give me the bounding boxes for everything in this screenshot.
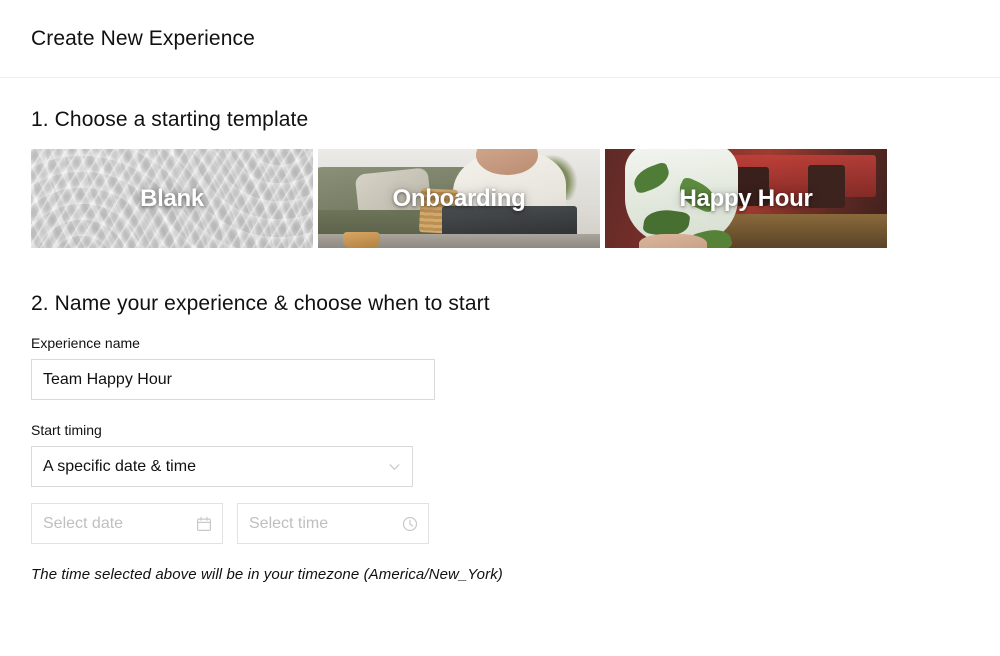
template-card-onboarding[interactable]: Onboarding (318, 149, 600, 248)
template-card-happy-hour[interactable]: Happy Hour (605, 149, 887, 248)
start-timing-value[interactable]: A specific date & time (31, 446, 413, 487)
select-date-input[interactable]: Select date (31, 503, 223, 544)
experience-name-label: Experience name (31, 335, 140, 351)
step-2-heading: 2. Name your experience & choose when to… (31, 292, 490, 315)
datetime-row: Select date Select time (31, 503, 969, 544)
calendar-icon[interactable] (196, 516, 212, 532)
select-time-input[interactable]: Select time (237, 503, 429, 544)
page-title: Create New Experience (31, 26, 255, 50)
start-timing-label: Start timing (31, 422, 102, 438)
select-date-placeholder: Select date (43, 514, 124, 532)
template-card-label: Happy Hour (679, 184, 813, 212)
select-time-placeholder: Select time (249, 514, 329, 532)
template-list: Blank Onboarding Happy Hour (31, 149, 969, 248)
start-timing-select[interactable]: A specific date & time (31, 446, 413, 487)
modal-body: 1. Choose a starting template Blank Onbo… (0, 78, 1000, 583)
experience-name-input[interactable] (31, 359, 435, 400)
step-1-heading: 1. Choose a starting template (31, 108, 309, 131)
timezone-note: The time selected above will be in your … (31, 566, 503, 583)
template-card-label: Onboarding (392, 184, 526, 212)
modal-header: Create New Experience (0, 0, 1000, 78)
template-card-label: Blank (140, 184, 204, 212)
template-card-blank[interactable]: Blank (31, 149, 313, 248)
clock-icon[interactable] (402, 516, 418, 532)
